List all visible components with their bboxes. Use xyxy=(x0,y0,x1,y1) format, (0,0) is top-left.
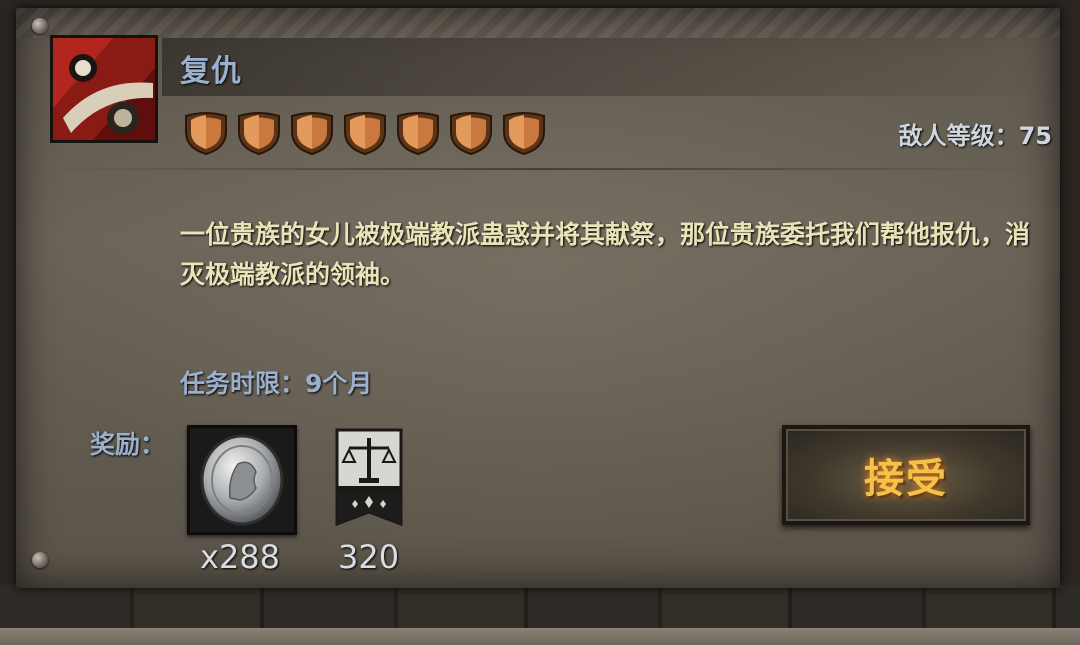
reward-item-banner[interactable] xyxy=(335,428,403,530)
shield-icon xyxy=(503,112,545,156)
enemy-level: 敌人等级：75 xyxy=(898,122,1052,150)
silver-coin-icon xyxy=(200,434,284,526)
shield-icon xyxy=(344,112,386,156)
shield-icon xyxy=(185,112,227,156)
rivet-icon xyxy=(32,18,48,34)
quest-description: 一位贵族的女儿被极端教派蛊惑并将其献祭，那位贵族委托我们帮他报仇，消灭极端教派的… xyxy=(180,220,1031,289)
quest-time-limit: 任务时限：9个月 xyxy=(180,369,373,398)
shield-icon xyxy=(238,112,280,156)
justice-banner-icon xyxy=(335,428,403,527)
accept-button[interactable]: 接受 xyxy=(782,425,1030,525)
rewards-label: 奖励： xyxy=(90,430,166,459)
divider xyxy=(40,168,1040,170)
shield-icon xyxy=(450,112,492,156)
reward-count-coin: x288 xyxy=(200,538,281,576)
next-panel-edge xyxy=(0,628,1080,645)
accept-button-label: 接受 xyxy=(864,456,948,502)
title-bar xyxy=(162,38,1060,96)
shield-icon xyxy=(291,112,333,156)
shield-icon xyxy=(397,112,439,156)
difficulty-shields xyxy=(182,108,548,156)
rivet-icon xyxy=(32,552,48,568)
reward-count-banner: 320 xyxy=(338,538,400,576)
quest-title: 复仇 xyxy=(180,54,242,89)
reward-item-coin[interactable] xyxy=(187,425,297,535)
quest-emblem-icon xyxy=(50,35,158,143)
